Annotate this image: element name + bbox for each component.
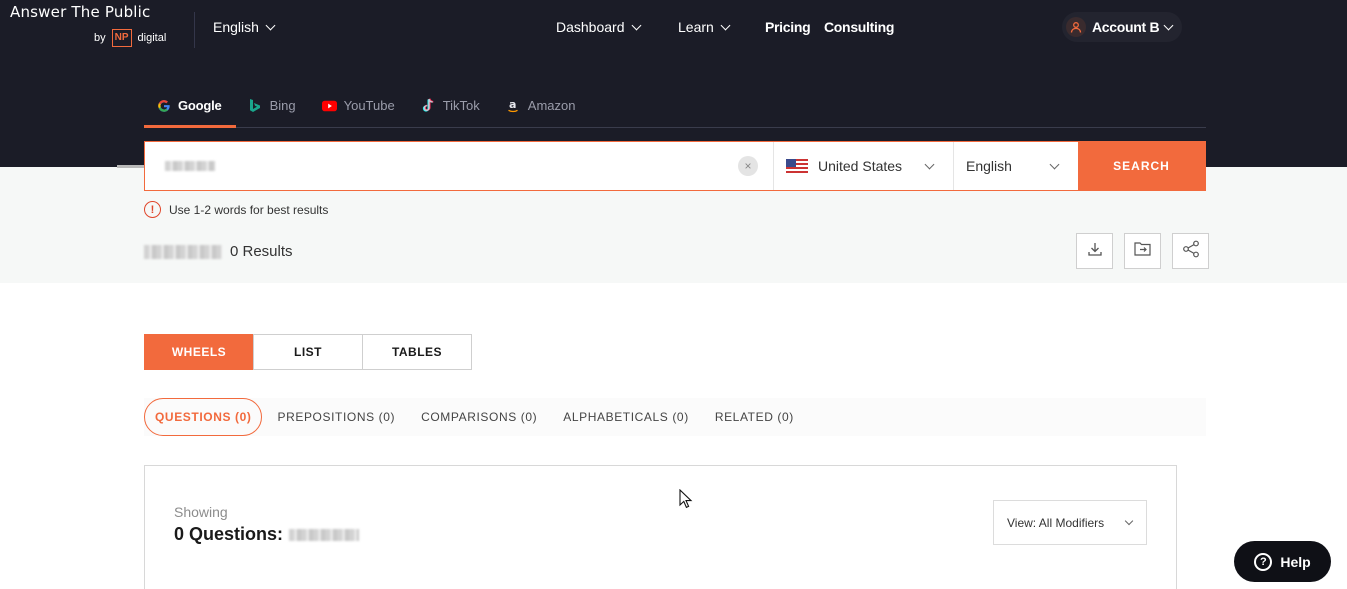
results-keyword-redacted bbox=[144, 244, 222, 259]
svg-text:a: a bbox=[509, 98, 516, 111]
search-engine-tabs: Google Bing YouTube TikTok a Amazon bbox=[144, 95, 1206, 128]
help-icon: ? bbox=[1254, 552, 1273, 571]
tab-related[interactable]: RELATED (0) bbox=[702, 398, 807, 436]
engine-tab-label: Google bbox=[178, 98, 222, 113]
download-icon bbox=[1087, 241, 1103, 262]
clear-icon[interactable]: × bbox=[738, 156, 758, 176]
result-tools bbox=[1076, 233, 1209, 269]
logo-brand: Answer The Public bbox=[10, 3, 151, 21]
engine-tab-tiktok[interactable]: TikTok bbox=[409, 95, 494, 128]
language-menu[interactable]: English bbox=[213, 19, 276, 35]
questions-count: 0 Questions: bbox=[174, 524, 360, 545]
engine-tab-label: YouTube bbox=[343, 98, 395, 113]
download-button[interactable] bbox=[1076, 233, 1113, 269]
youtube-icon bbox=[321, 98, 337, 113]
share-icon bbox=[1182, 240, 1200, 263]
account-menu[interactable]: Account B bbox=[1062, 12, 1183, 42]
logo-np-suffix: digital bbox=[137, 32, 167, 44]
mouse-pointer-icon bbox=[679, 488, 693, 514]
language-menu-label: English bbox=[213, 19, 259, 35]
search-language-select[interactable]: English bbox=[953, 142, 1078, 190]
visualization-tabs: WHEELS LIST TABLES bbox=[144, 334, 472, 370]
engine-tab-label: Amazon bbox=[527, 98, 576, 113]
tab-questions[interactable]: QUESTIONS (0) bbox=[144, 398, 263, 436]
help-button[interactable]: ? Help bbox=[1234, 541, 1331, 582]
warning-icon: ! bbox=[144, 201, 161, 218]
bing-icon bbox=[248, 98, 263, 113]
chevron-down-icon bbox=[265, 20, 276, 30]
modifier-filter-value: View: All Modifiers bbox=[1007, 515, 1105, 530]
results-panel: Showing 0 Questions: View: All Modifiers bbox=[144, 465, 1177, 589]
tab-list[interactable]: LIST bbox=[253, 334, 363, 370]
np-logo-icon: NP bbox=[111, 29, 132, 47]
save-to-folder-button[interactable] bbox=[1124, 233, 1161, 269]
nav-dashboard-label: Dashboard bbox=[556, 19, 625, 35]
questions-count-text: 0 Questions: bbox=[174, 524, 284, 544]
help-label: Help bbox=[1280, 553, 1311, 570]
questions-keyword-redacted bbox=[289, 528, 360, 541]
google-icon bbox=[156, 98, 171, 113]
search-hint-text: Use 1-2 words for best results bbox=[169, 202, 329, 217]
search-input-redacted-value bbox=[165, 161, 215, 171]
country-select[interactable]: United States bbox=[773, 142, 953, 190]
chevron-down-icon bbox=[1163, 20, 1174, 30]
nav-dashboard[interactable]: Dashboard bbox=[556, 19, 641, 35]
engine-tab-bing[interactable]: Bing bbox=[236, 95, 310, 128]
account-name: Account B bbox=[1092, 19, 1160, 35]
engine-tab-google[interactable]: Google bbox=[144, 95, 236, 128]
country-select-value: United States bbox=[818, 158, 903, 174]
engine-tab-label: TikTok bbox=[442, 98, 480, 113]
logo[interactable]: Answer The Public by NP digital bbox=[10, 3, 166, 47]
search-language-value: English bbox=[966, 158, 1012, 174]
engine-tab-amazon[interactable]: a Amazon bbox=[494, 95, 590, 128]
decorative-tick bbox=[117, 165, 145, 168]
chevron-down-icon bbox=[631, 20, 641, 30]
logo-by: by bbox=[94, 32, 106, 44]
save-to-folder-icon bbox=[1134, 241, 1151, 261]
tab-prepositions[interactable]: PREPOSITIONS (0) bbox=[264, 398, 408, 436]
tab-comparisons[interactable]: COMPARISONS (0) bbox=[408, 398, 550, 436]
search-bar: × United States English SEARCH bbox=[144, 141, 1206, 191]
results-summary: 0 Results bbox=[144, 243, 293, 260]
modifier-filter-select[interactable]: View: All Modifiers bbox=[993, 500, 1147, 545]
modifier-tabs: QUESTIONS (0) PREPOSITIONS (0) COMPARISO… bbox=[144, 398, 1206, 436]
tab-tables[interactable]: TABLES bbox=[362, 334, 472, 370]
tiktok-icon bbox=[421, 98, 436, 113]
chevron-down-icon bbox=[1049, 159, 1060, 169]
nav-learn[interactable]: Learn bbox=[678, 19, 731, 35]
chevron-down-icon bbox=[1124, 516, 1134, 525]
chevron-down-icon bbox=[720, 20, 731, 30]
share-button[interactable] bbox=[1172, 233, 1209, 269]
tab-alphabeticals[interactable]: ALPHABETICALS (0) bbox=[550, 398, 702, 436]
search-input[interactable]: × bbox=[145, 142, 773, 190]
search-hint: ! Use 1-2 words for best results bbox=[144, 201, 328, 218]
search-button[interactable]: SEARCH bbox=[1078, 142, 1205, 190]
tab-wheels[interactable]: WHEELS bbox=[144, 334, 254, 370]
engine-tab-youtube[interactable]: YouTube bbox=[310, 95, 409, 128]
amazon-icon: a bbox=[506, 98, 521, 113]
showing-label: Showing bbox=[174, 504, 228, 520]
nav-consulting[interactable]: Consulting bbox=[824, 19, 894, 35]
header-divider bbox=[194, 12, 195, 48]
engine-tab-label: Bing bbox=[269, 98, 296, 113]
us-flag-icon bbox=[786, 159, 808, 173]
results-count: 0 Results bbox=[230, 243, 293, 260]
user-icon bbox=[1066, 17, 1086, 37]
nav-pricing[interactable]: Pricing bbox=[765, 19, 811, 35]
chevron-down-icon bbox=[924, 159, 935, 169]
logo-byline: by NP digital bbox=[94, 29, 166, 47]
nav-learn-label: Learn bbox=[678, 19, 714, 35]
